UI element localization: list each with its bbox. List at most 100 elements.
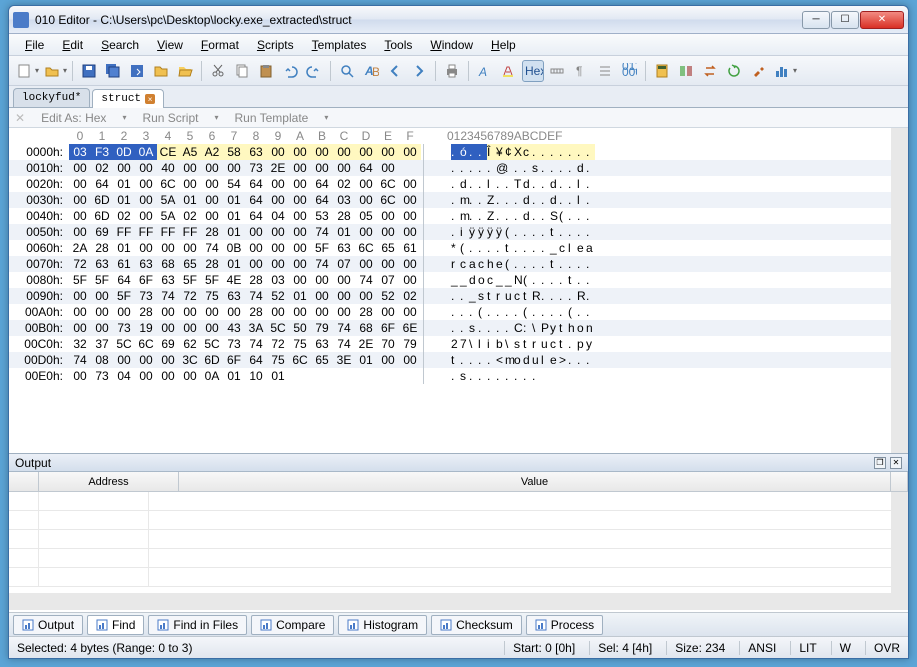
byte-cell[interactable]: 28 xyxy=(245,272,267,288)
byte-cell[interactable]: 04 xyxy=(113,368,135,384)
byte-cell[interactable]: 6C xyxy=(289,352,311,368)
prev-icon[interactable] xyxy=(384,60,406,82)
hex-row[interactable]: 0020h:006401006C0000546400006402006C00.d… xyxy=(9,176,908,192)
byte-cell[interactable]: 00 xyxy=(377,352,399,368)
refresh-icon[interactable] xyxy=(723,60,745,82)
byte-cell[interactable]: 00 xyxy=(179,240,201,256)
tab-struct[interactable]: struct× xyxy=(92,89,164,108)
byte-cell[interactable]: 58 xyxy=(223,144,245,160)
byte-cell[interactable]: 01 xyxy=(113,176,135,192)
byte-cell[interactable]: 72 xyxy=(69,256,91,272)
paragraph-icon[interactable]: ¶ xyxy=(570,60,592,82)
bottom-tab-find-in-files[interactable]: Find in Files xyxy=(148,615,247,635)
byte-cell[interactable]: 00 xyxy=(179,304,201,320)
byte-cell[interactable]: 5A xyxy=(157,208,179,224)
byte-cell[interactable]: 69 xyxy=(91,224,113,240)
output-close-icon[interactable]: ✕ xyxy=(890,457,902,469)
byte-cell[interactable]: 00 xyxy=(377,160,399,176)
byte-cell[interactable]: 72 xyxy=(179,288,201,304)
byte-cell[interactable]: 6C xyxy=(135,336,157,352)
byte-cell[interactable]: 01 xyxy=(113,192,135,208)
byte-cell[interactable]: 0D xyxy=(113,144,135,160)
hex-row[interactable]: 0050h:0069FFFFFFFF28010000007401000000.i… xyxy=(9,224,908,240)
byte-cell[interactable]: 63 xyxy=(157,272,179,288)
byte-cell[interactable]: 64 xyxy=(311,176,333,192)
byte-cell[interactable]: 01 xyxy=(267,368,289,384)
byte-cell[interactable]: 74 xyxy=(245,336,267,352)
byte-cell[interactable]: 00 xyxy=(179,320,201,336)
ascii-cell[interactable]: __doc__N(....t.. xyxy=(445,272,595,288)
byte-cell[interactable]: 64 xyxy=(245,352,267,368)
byte-cell[interactable]: 79 xyxy=(311,320,333,336)
byte-cell[interactable]: 08 xyxy=(91,352,113,368)
byte-cell[interactable]: 28 xyxy=(355,304,377,320)
byte-cell[interactable]: 00 xyxy=(267,240,289,256)
calculator-icon[interactable] xyxy=(651,60,673,82)
ascii-cell[interactable]: .ó..Î¥¢Xc....... xyxy=(445,144,595,160)
byte-cell[interactable]: 00 xyxy=(399,304,421,320)
byte-cell[interactable]: 00 xyxy=(311,288,333,304)
menu-file[interactable]: File xyxy=(17,36,52,54)
hex-row[interactable]: 00D0h:74080000003C6D6F64756C653E010000t.… xyxy=(9,352,908,368)
output-restore-icon[interactable]: ❐ xyxy=(874,457,886,469)
hex-row[interactable]: 00E0h:0073040000000A011001 .s........ xyxy=(9,368,908,384)
byte-cell[interactable]: 63 xyxy=(223,288,245,304)
byte-cell[interactable]: 00 xyxy=(399,208,421,224)
hex-row[interactable]: 0080h:5F5F646F635F5F4E2803000000740700__… xyxy=(9,272,908,288)
ascii-cell[interactable]: .....@...s....d. xyxy=(445,160,595,176)
menu-window[interactable]: Window xyxy=(422,36,481,54)
output-titlebar[interactable]: Output ❐ ✕ xyxy=(9,454,908,472)
font-icon[interactable]: A xyxy=(474,60,496,82)
paste-icon[interactable] xyxy=(255,60,277,82)
hex-row[interactable]: 00A0h:00000028000000002800000000280000..… xyxy=(9,304,908,320)
tab-close-icon[interactable]: × xyxy=(145,94,155,104)
byte-cell[interactable]: 02 xyxy=(179,208,201,224)
byte-cell[interactable]: 00 xyxy=(267,176,289,192)
byte-cell[interactable]: 00 xyxy=(69,304,91,320)
byte-cell[interactable]: 00 xyxy=(113,352,135,368)
copy-icon[interactable] xyxy=(231,60,253,82)
find-text-icon[interactable]: AB xyxy=(360,60,382,82)
hex-mode-icon[interactable]: Hex xyxy=(522,60,544,82)
save-all-icon[interactable] xyxy=(102,60,124,82)
byte-cell[interactable]: 00 xyxy=(289,176,311,192)
byte-cell[interactable]: 00 xyxy=(289,224,311,240)
byte-cell[interactable]: 00 xyxy=(69,176,91,192)
byte-cell[interactable]: 01 xyxy=(113,240,135,256)
ascii-cell[interactable]: .iÿÿÿÿ(....t.... xyxy=(445,224,595,240)
byte-cell[interactable]: 73 xyxy=(245,160,267,176)
byte-cell[interactable]: 01 xyxy=(223,256,245,272)
ascii-cell[interactable]: .m..Z...d..d..l. xyxy=(445,192,595,208)
ascii-cell[interactable]: .d..l..Td..d..l. xyxy=(445,176,595,192)
byte-cell[interactable]: 52 xyxy=(267,288,289,304)
byte-cell[interactable]: 74 xyxy=(355,272,377,288)
ascii-cell[interactable]: t....<module>... xyxy=(445,352,595,368)
byte-cell[interactable]: 6F xyxy=(223,352,245,368)
byte-cell[interactable]: 00 xyxy=(245,256,267,272)
byte-cell[interactable]: 04 xyxy=(267,208,289,224)
ruler-icon[interactable] xyxy=(546,60,568,82)
byte-cell[interactable]: 5F xyxy=(201,272,223,288)
byte-cell[interactable]: 74 xyxy=(311,224,333,240)
menu-edit[interactable]: Edit xyxy=(54,36,91,54)
byte-cell[interactable]: 00 xyxy=(69,320,91,336)
save-as-icon[interactable] xyxy=(126,60,148,82)
grid-hscroll[interactable] xyxy=(9,593,908,610)
run-script-label[interactable]: Run Script xyxy=(142,111,198,125)
byte-cell[interactable]: 32 xyxy=(69,336,91,352)
byte-cell[interactable]: 63 xyxy=(311,336,333,352)
byte-cell[interactable]: 00 xyxy=(135,176,157,192)
byte-cell[interactable]: 5C xyxy=(201,336,223,352)
open-icon[interactable] xyxy=(41,60,63,82)
hex-row[interactable]: 0070h:72636163686528010000007407000000rc… xyxy=(9,256,908,272)
next-icon[interactable] xyxy=(408,60,430,82)
byte-cell[interactable]: 00 xyxy=(289,256,311,272)
byte-cell[interactable]: 00 xyxy=(267,304,289,320)
byte-cell[interactable]: 5F xyxy=(69,272,91,288)
byte-cell[interactable]: 28 xyxy=(201,224,223,240)
bottom-tab-checksum[interactable]: Checksum xyxy=(431,615,522,635)
byte-cell[interactable]: 28 xyxy=(201,256,223,272)
byte-cell[interactable]: 65 xyxy=(179,256,201,272)
hex-editor[interactable]: 0123456789ABCDEF 0123456789ABCDEF 0000h:… xyxy=(9,128,908,453)
byte-cell[interactable]: 79 xyxy=(399,336,421,352)
